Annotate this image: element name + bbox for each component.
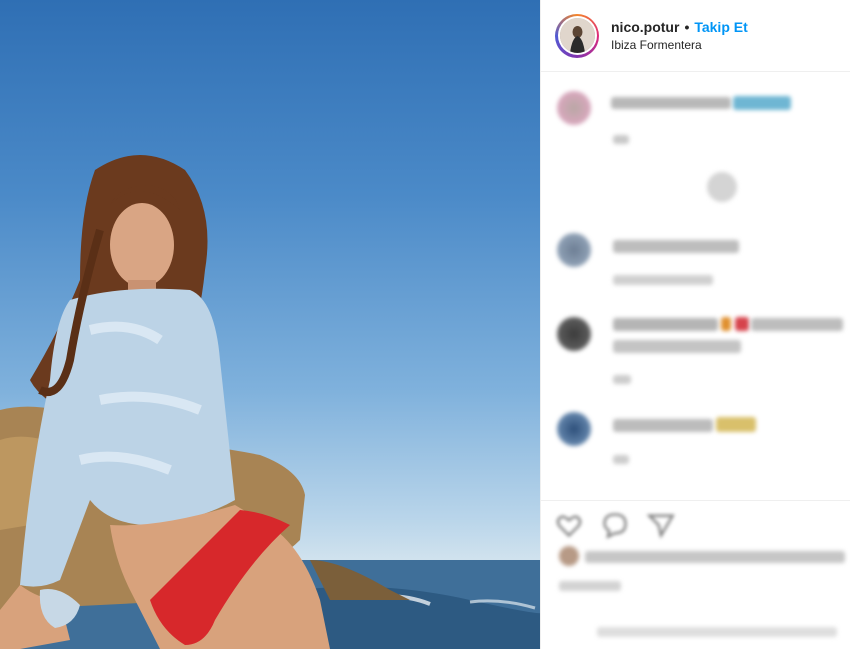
comment-emoji-blurred: [733, 96, 791, 110]
comments-list: [541, 72, 850, 502]
comment-avatar[interactable]: [557, 412, 591, 446]
liked-by-text-blurred: [585, 551, 845, 563]
header-line: nico.potur • Takip Et: [611, 19, 748, 35]
post-date-blurred: [559, 581, 621, 591]
comment-avatar[interactable]: [557, 317, 591, 351]
avatar-frame: [557, 16, 597, 55]
comment-emoji-blurred: [716, 417, 756, 432]
face: [110, 203, 174, 287]
comment-icon[interactable]: [601, 511, 629, 539]
comment-meta-blurred: [613, 135, 629, 144]
comment-text-blurred: [613, 340, 741, 353]
comment-meta-blurred: [613, 455, 629, 464]
liked-by-avatar: [559, 546, 579, 566]
post-photo[interactable]: [0, 0, 540, 649]
story-ring[interactable]: [555, 13, 599, 58]
username[interactable]: nico.potur: [611, 19, 679, 35]
heart-icon[interactable]: [555, 511, 583, 539]
load-more-icon[interactable]: [707, 172, 737, 202]
separator-dot: •: [684, 19, 690, 35]
comment-avatar[interactable]: [557, 233, 591, 267]
header-text: nico.potur • Takip Et Ibiza Formentera: [611, 19, 748, 52]
comment-meta-blurred: [613, 375, 631, 384]
comment-emoji-blurred: [721, 317, 731, 331]
comment-username-blurred: [613, 318, 718, 331]
follow-button[interactable]: Takip Et: [694, 19, 747, 35]
comment-username-blurred: [613, 419, 713, 432]
comment-emoji-blurred: [735, 317, 749, 331]
avatar-image: [559, 18, 595, 53]
comment-meta-blurred: [613, 275, 713, 285]
add-comment-field-blurred[interactable]: [597, 627, 837, 637]
comment-username-blurred: [611, 97, 731, 109]
share-icon[interactable]: [647, 511, 675, 539]
comment-avatar[interactable]: [557, 91, 591, 125]
avatar[interactable]: [559, 18, 595, 53]
comment-username-blurred: [613, 240, 739, 253]
post-photo-illustration: [0, 155, 540, 649]
post-sidebar: nico.potur • Takip Et Ibiza Formentera: [540, 0, 850, 649]
comment-text-blurred: [751, 318, 843, 331]
post-header: nico.potur • Takip Et Ibiza Formentera: [541, 0, 850, 72]
action-bar: [541, 500, 850, 649]
location[interactable]: Ibiza Formentera: [611, 38, 748, 52]
